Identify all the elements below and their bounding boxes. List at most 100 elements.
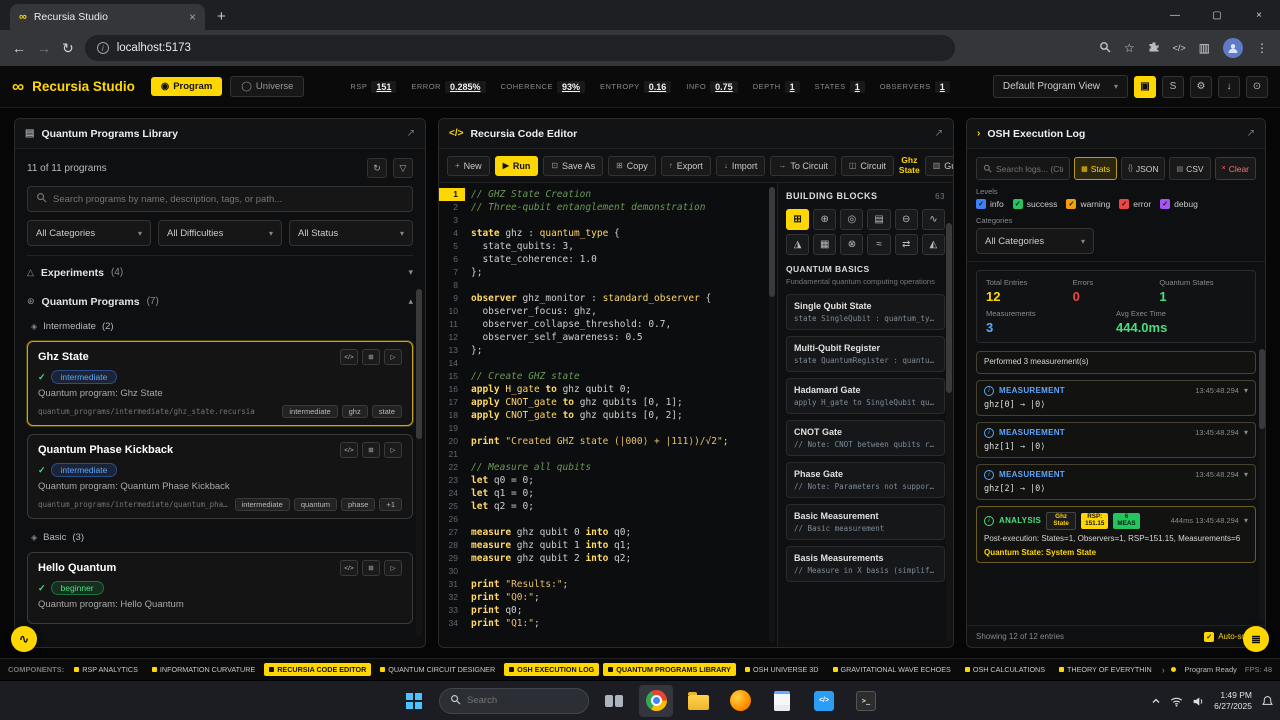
group-basic[interactable]: ◈ Basic (3) <box>27 527 413 547</box>
window-maximize-button[interactable]: ▢ <box>1196 0 1238 30</box>
code-line[interactable]: 21 <box>439 448 777 461</box>
editor-circuit-button[interactable]: ◫ Circuit <box>840 155 894 176</box>
search-icon[interactable] <box>1099 41 1111 55</box>
block-item-basis-measurements[interactable]: Basis Measurements// Measure in X basis … <box>786 546 945 582</box>
log-entry-analysis[interactable]: i ANALYSIS Ghz State RSP: 151.15 6 MEAS 44… <box>976 505 1256 564</box>
log-entry-message[interactable]: Performed 3 measurement(s) <box>976 351 1256 374</box>
address-bar[interactable]: i localhost:5173 <box>84 35 955 61</box>
code-line[interactable]: 25 let q2 = 0; <box>439 500 777 513</box>
code-line[interactable]: 26 <box>439 513 777 526</box>
refresh-button[interactable]: ↻ <box>367 158 387 178</box>
code-line[interactable]: 3 <box>439 214 777 227</box>
category-filter-select[interactable]: All Categories ▾ <box>27 220 151 246</box>
editor-export-button[interactable]: ↑ Export <box>660 155 711 176</box>
chevron-down-icon[interactable]: ▾ <box>1244 470 1248 479</box>
code-line[interactable]: 1// GHZ State Creation <box>439 188 777 201</box>
notifications-bell-icon[interactable] <box>1261 695 1274 708</box>
download-button[interactable]: ↓ <box>1218 75 1240 98</box>
expand-icon[interactable]: ↗ <box>407 128 415 139</box>
status-filter-select[interactable]: All Status ▾ <box>289 220 413 246</box>
section-quantum-programs[interactable]: ⊛ Quantum Programs (7) ▴ <box>27 287 413 316</box>
code-line[interactable]: 18 apply CNOT_gate to ghz qubits [0, 2]; <box>439 409 777 422</box>
block-item-single-qubit-state[interactable]: Single Qubit State state SingleQubit : qu… <box>786 294 945 330</box>
view-code-button[interactable]: </> <box>340 349 358 365</box>
duplicate-button[interactable]: ⊞ <box>362 349 380 365</box>
s-button[interactable]: S <box>1162 75 1184 98</box>
program-card-quantum-phase-kickback[interactable]: Quantum Phase Kickback </> ⊞ ▷ ✓ interme… <box>27 434 413 519</box>
scrollbar[interactable] <box>1259 349 1265 621</box>
program-view-select[interactable]: Default Program View ▾ <box>992 75 1128 98</box>
run-program-button[interactable]: ▷ <box>384 442 402 458</box>
component-information-curvature[interactable]: INFORMATION CURVATURE <box>147 663 260 676</box>
code-line[interactable]: 33 print q0; <box>439 604 777 617</box>
building-block-icon[interactable]: ⊞ <box>786 209 810 230</box>
code-line[interactable]: 16 apply H_gate to ghz qubit 0; <box>439 383 777 396</box>
forward-button[interactable]: → <box>37 41 51 55</box>
log-category-select[interactable]: All Categories ▾ <box>976 228 1094 254</box>
building-block-icon[interactable]: ∿ <box>921 209 945 230</box>
expand-icon[interactable]: ↗ <box>1247 128 1255 139</box>
editor-to-circuit-button[interactable]: → To Circuit <box>770 155 836 176</box>
code-line[interactable]: 27 measure ghz qubit 0 into q0; <box>439 526 777 539</box>
building-block-icon[interactable]: ▤ <box>867 209 891 230</box>
program-mode-button[interactable]: ◉ Program <box>150 77 223 96</box>
lock-button[interactable]: ▣ <box>1134 75 1156 98</box>
code-line[interactable]: 12 observer_self_awareness: 0.5 <box>439 331 777 344</box>
back-button[interactable]: ← <box>12 41 26 55</box>
csv-button[interactable]: ▤ CSV <box>1169 157 1211 180</box>
quantum-state-link[interactable]: Quantum State: System State <box>984 548 1248 557</box>
log-search[interactable] <box>976 157 1071 180</box>
json-button[interactable]: {} JSON <box>1121 157 1166 180</box>
code-line[interactable]: 15// Create GHZ state <box>439 370 777 383</box>
component-quantum-circuit-designer[interactable]: QUANTUM CIRCUIT DESIGNER <box>375 663 500 676</box>
chevron-down-icon[interactable]: ▾ <box>1244 516 1248 525</box>
level-info-checkbox[interactable]: ✓ info <box>976 199 1004 209</box>
component-rsp-analytics[interactable]: RSP ANALYTICS <box>69 663 143 676</box>
block-item-phase-gate[interactable]: Phase Gate// Note: Parameters not suppor… <box>786 462 945 498</box>
code-line[interactable]: 6 state_coherence: 1.0 <box>439 253 777 266</box>
editor-save-as-button[interactable]: ⊡ Save As <box>543 155 604 176</box>
chevron-down-icon[interactable]: ▾ <box>1244 386 1248 395</box>
block-item-basic-measurement[interactable]: Basic Measurement// Basic measurement <box>786 504 945 540</box>
log-search-input[interactable] <box>996 163 1064 174</box>
component-osh-execution-log[interactable]: OSH EXECUTION LOG <box>504 663 600 676</box>
quick-menu-fab[interactable]: ≣ <box>1243 626 1269 652</box>
code-line[interactable]: 22// Measure all qubits <box>439 461 777 474</box>
clear-button[interactable]: × Clear <box>1214 157 1256 180</box>
extensions-puzzle-icon[interactable] <box>1148 41 1160 55</box>
code-line[interactable]: 30 <box>439 565 777 578</box>
section-experiments[interactable]: △ Experiments (4) ▾ <box>27 258 413 287</box>
reload-button[interactable]: ↻ <box>62 41 74 55</box>
level-warning-checkbox[interactable]: ✓ warning <box>1066 199 1110 209</box>
block-item-multi-qubit-register[interactable]: Multi-Qubit Register state QuantumRegiste… <box>786 336 945 372</box>
code-editor[interactable]: 1// GHZ State Creation 2// Three-qubit en… <box>439 183 777 647</box>
code-line[interactable]: 19 <box>439 422 777 435</box>
expand-icon[interactable]: ↗ <box>935 128 943 139</box>
firefox-taskbar-button[interactable] <box>723 685 757 717</box>
browser-tab[interactable]: ∞ Recursia Studio × <box>10 4 205 30</box>
level-success-checkbox[interactable]: ✓ success <box>1012 199 1057 209</box>
taskbar-search[interactable] <box>439 687 589 714</box>
block-item-hadamard-gate[interactable]: Hadamard Gate apply H_gate to SingleQubit… <box>786 378 945 414</box>
power-button[interactable]: ⊙ <box>1246 75 1268 98</box>
code-line[interactable]: 14 <box>439 357 777 370</box>
bookmark-star-icon[interactable]: ☆ <box>1124 42 1135 54</box>
code-line[interactable]: 24 let q1 = 0; <box>439 487 777 500</box>
network-wifi-icon[interactable] <box>1170 695 1183 708</box>
new-tab-button[interactable]: + <box>217 8 226 25</box>
building-block-icon[interactable]: ◎ <box>840 209 864 230</box>
current-program-label[interactable]: Ghz State <box>899 155 920 176</box>
view-code-button[interactable]: </> <box>340 442 358 458</box>
code-line[interactable]: 10 observer_focus: ghz, <box>439 305 777 318</box>
vscode-taskbar-button[interactable]: </> <box>807 685 841 717</box>
library-search-input[interactable] <box>53 193 404 205</box>
program-card-ghz-state[interactable]: Ghz State </> ⊞ ▷ ✓ intermediate Quantum… <box>27 341 413 426</box>
run-program-button[interactable]: ▷ <box>384 349 402 365</box>
code-line[interactable]: 32 print "Q0:"; <box>439 591 777 604</box>
settings-gear-button[interactable]: ⚙ <box>1190 75 1212 98</box>
filter-button[interactable]: ▽ <box>393 158 413 178</box>
building-block-icon[interactable]: ⊕ <box>813 209 837 230</box>
duplicate-button[interactable]: ⊞ <box>362 560 380 576</box>
file-explorer-button[interactable] <box>681 685 715 717</box>
code-line[interactable]: 17 apply CNOT_gate to ghz qubits [0, 1]; <box>439 396 777 409</box>
